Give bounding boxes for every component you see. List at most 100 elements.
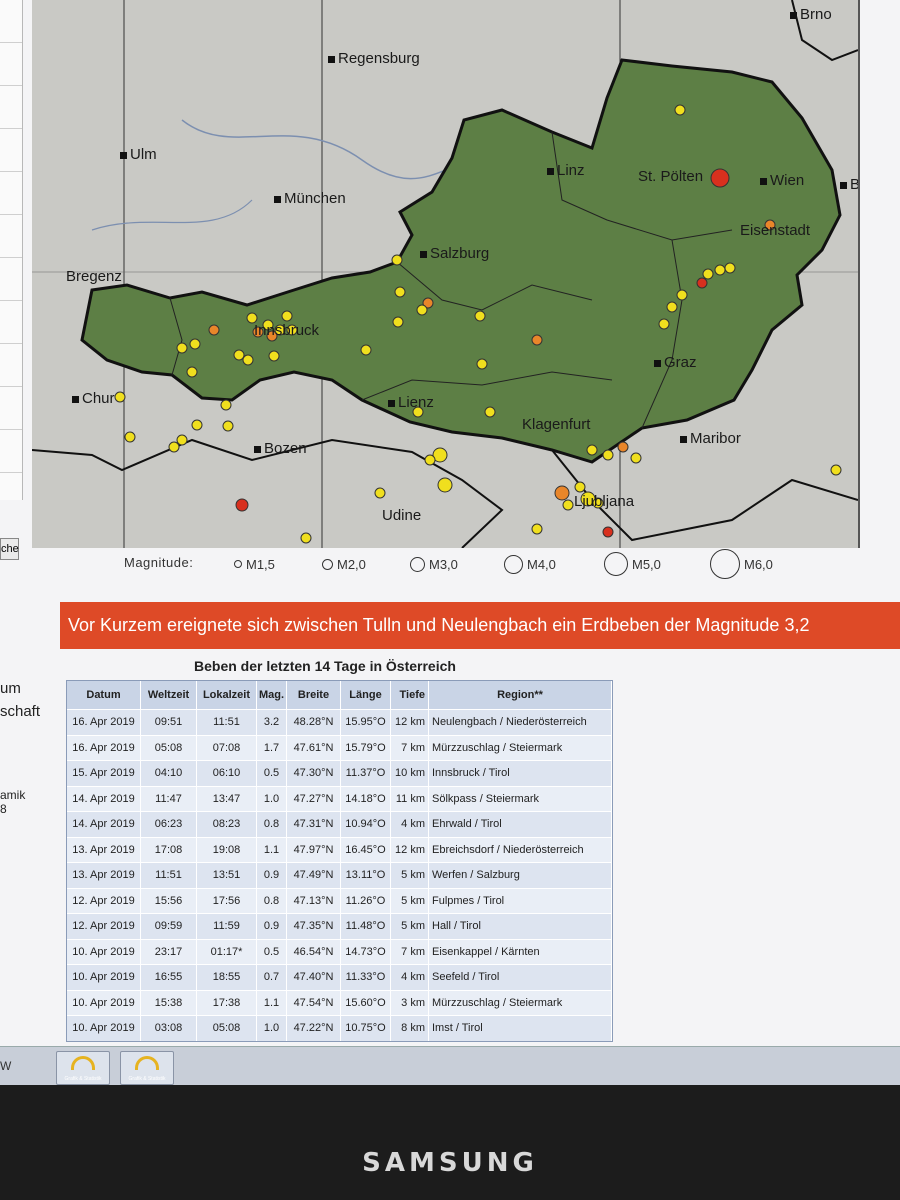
- city-chur: Chur: [72, 390, 115, 407]
- cell-breite: 47.13°N: [287, 888, 341, 913]
- cell-weltzeit: 11:51: [141, 863, 197, 888]
- cell-laenge: 15.60°O: [341, 990, 391, 1015]
- cell-lokalzeit: 17:56: [197, 888, 257, 913]
- table-row[interactable]: 13. Apr 2019 17:08 19:08 1.1 47.97°N 16.45°O 1…: [67, 836, 612, 862]
- cell-laenge: 11.33°O: [341, 965, 391, 990]
- cell-lokalzeit: 06:10: [197, 761, 257, 786]
- cell-magnitude: 1.7: [257, 735, 287, 760]
- header-laenge[interactable]: Länge: [341, 681, 391, 709]
- cell-magnitude: 0.7: [257, 965, 287, 990]
- city-graz: Graz: [654, 354, 697, 371]
- earthquake-map[interactable]: Brno Regensburg Ulm Linz St. Pölten Wien…: [32, 0, 860, 548]
- cell-magnitude: 0.9: [257, 863, 287, 888]
- cell-weltzeit: 15:56: [141, 888, 197, 913]
- cell-region: Mürzzuschlag / Steiermark: [429, 735, 612, 760]
- side-text-4: 8: [0, 802, 7, 816]
- cell-magnitude: 1.1: [257, 990, 287, 1015]
- cell-weltzeit: 06:23: [141, 812, 197, 837]
- cell-region: Imst / Tirol: [429, 1016, 612, 1041]
- legend-m30: M3,0: [410, 552, 458, 576]
- side-text-2: schaft: [0, 703, 41, 720]
- cell-weltzeit: 09:51: [141, 710, 197, 735]
- table-row[interactable]: 15. Apr 2019 04:10 06:10 0.5 47.30°N 11.37°O 1…: [67, 760, 612, 786]
- taskbar-app-button-2[interactable]: Grafik & Statistik: [120, 1051, 174, 1085]
- city-brno: Brno: [790, 6, 832, 23]
- table-row[interactable]: 13. Apr 2019 11:51 13:51 0.9 47.49°N 13.11°O 5…: [67, 862, 612, 888]
- cell-tiefe: 3 km: [391, 990, 429, 1015]
- cell-datum: 10. Apr 2019: [67, 990, 141, 1015]
- browser-screen: Brno Regensburg Ulm Linz St. Pölten Wien…: [0, 0, 900, 1085]
- legend-m60: M6,0: [710, 549, 773, 579]
- cell-magnitude: 0.8: [257, 888, 287, 913]
- recent-quake-banner[interactable]: Vor Kurzem ereignete sich zwischen Tulln…: [60, 602, 900, 649]
- cell-magnitude: 0.5: [257, 939, 287, 964]
- table-row[interactable]: 12. Apr 2019 15:56 17:56 0.8 47.13°N 11.26°O 5…: [67, 887, 612, 913]
- cell-datum: 10. Apr 2019: [67, 1016, 141, 1041]
- header-region[interactable]: Region**: [429, 681, 612, 709]
- city-st-poelten: St. Pölten: [638, 168, 704, 185]
- city-lienz: Lienz: [388, 394, 434, 411]
- side-button[interactable]: che: [0, 538, 19, 560]
- cell-region: Ebreichsdorf / Niederösterreich: [429, 837, 612, 862]
- table-row[interactable]: 10. Apr 2019 03:08 05:08 1.0 47.22°N 10.75°O 8…: [67, 1015, 612, 1041]
- cell-region: Innsbruck / Tirol: [429, 761, 612, 786]
- header-breite[interactable]: Breite: [287, 681, 341, 709]
- app-arc-icon: [135, 1056, 159, 1070]
- cell-breite: 47.49°N: [287, 863, 341, 888]
- earthquake-table: Datum Weltzeit Lokalzeit Mag. Breite Län…: [66, 680, 613, 1042]
- circle-icon: [604, 552, 628, 576]
- cell-datum: 14. Apr 2019: [67, 786, 141, 811]
- cell-tiefe: 11 km: [391, 786, 429, 811]
- header-weltzeit[interactable]: Weltzeit: [141, 681, 197, 709]
- cell-lokalzeit: 13:51: [197, 863, 257, 888]
- cell-datum: 10. Apr 2019: [67, 939, 141, 964]
- cell-laenge: 11.26°O: [341, 888, 391, 913]
- cell-tiefe: 5 km: [391, 888, 429, 913]
- app-arc-icon: [71, 1056, 95, 1070]
- cell-breite: 47.61°N: [287, 735, 341, 760]
- legend-m40: M4,0: [504, 552, 556, 576]
- cell-region: Hall / Tirol: [429, 914, 612, 939]
- city-wien: Wien: [760, 172, 804, 189]
- city-bozen: Bozen: [254, 440, 307, 457]
- cell-region: Seefeld / Tirol: [429, 965, 612, 990]
- header-datum[interactable]: Datum: [67, 681, 141, 709]
- cell-datum: 12. Apr 2019: [67, 914, 141, 939]
- table-row[interactable]: 10. Apr 2019 15:38 17:38 1.1 47.54°N 15.60°O 3…: [67, 989, 612, 1015]
- table-row[interactable]: 16. Apr 2019 05:08 07:08 1.7 47.61°N 15.79°O 7…: [67, 734, 612, 760]
- cell-tiefe: 7 km: [391, 735, 429, 760]
- taskbar-app-button-1[interactable]: Grafik & Statistik: [56, 1051, 110, 1085]
- side-text-3: amik: [0, 788, 26, 802]
- cell-weltzeit: 17:08: [141, 837, 197, 862]
- cell-laenge: 15.95°O: [341, 710, 391, 735]
- header-mag[interactable]: Mag.: [257, 681, 287, 709]
- cell-breite: 47.22°N: [287, 1016, 341, 1041]
- city-bratislava: Bra: [840, 176, 858, 193]
- cell-laenge: 13.11°O: [341, 863, 391, 888]
- table-row[interactable]: 10. Apr 2019 23:17 01:17* 0.5 46.54°N 14.73°O…: [67, 938, 612, 964]
- side-text-1: um: [0, 680, 21, 697]
- cell-magnitude: 1.0: [257, 786, 287, 811]
- table-row[interactable]: 14. Apr 2019 06:23 08:23 0.8 47.31°N 10.94°O 4…: [67, 811, 612, 837]
- table-row[interactable]: 10. Apr 2019 16:55 18:55 0.7 47.40°N 11.33°O 4…: [67, 964, 612, 990]
- table-row[interactable]: 12. Apr 2019 09:59 11:59 0.9 47.35°N 11.48°O 5…: [67, 913, 612, 939]
- city-eisenstadt: Eisenstadt: [740, 222, 811, 239]
- table-row[interactable]: 14. Apr 2019 11:47 13:47 1.0 47.27°N 14.18°O 1…: [67, 785, 612, 811]
- cell-breite: 47.35°N: [287, 914, 341, 939]
- cell-breite: 47.27°N: [287, 786, 341, 811]
- legend-label: Magnitude:: [124, 555, 194, 570]
- cell-tiefe: 12 km: [391, 710, 429, 735]
- cell-region: Eisenkappel / Kärnten: [429, 939, 612, 964]
- circle-icon: [710, 549, 740, 579]
- header-lokalzeit[interactable]: Lokalzeit: [197, 681, 257, 709]
- cell-region: Sölkpass / Steiermark: [429, 786, 612, 811]
- header-tiefe[interactable]: Tiefe: [391, 681, 429, 709]
- table-row[interactable]: 16. Apr 2019 09:51 11:51 3.2 48.28°N 15.95°O 1…: [67, 709, 612, 735]
- cell-datum: 13. Apr 2019: [67, 863, 141, 888]
- cell-magnitude: 1.1: [257, 837, 287, 862]
- cell-lokalzeit: 17:38: [197, 990, 257, 1015]
- cell-weltzeit: 15:38: [141, 990, 197, 1015]
- cell-magnitude: 0.9: [257, 914, 287, 939]
- cell-weltzeit: 11:47: [141, 786, 197, 811]
- cell-laenge: 14.18°O: [341, 786, 391, 811]
